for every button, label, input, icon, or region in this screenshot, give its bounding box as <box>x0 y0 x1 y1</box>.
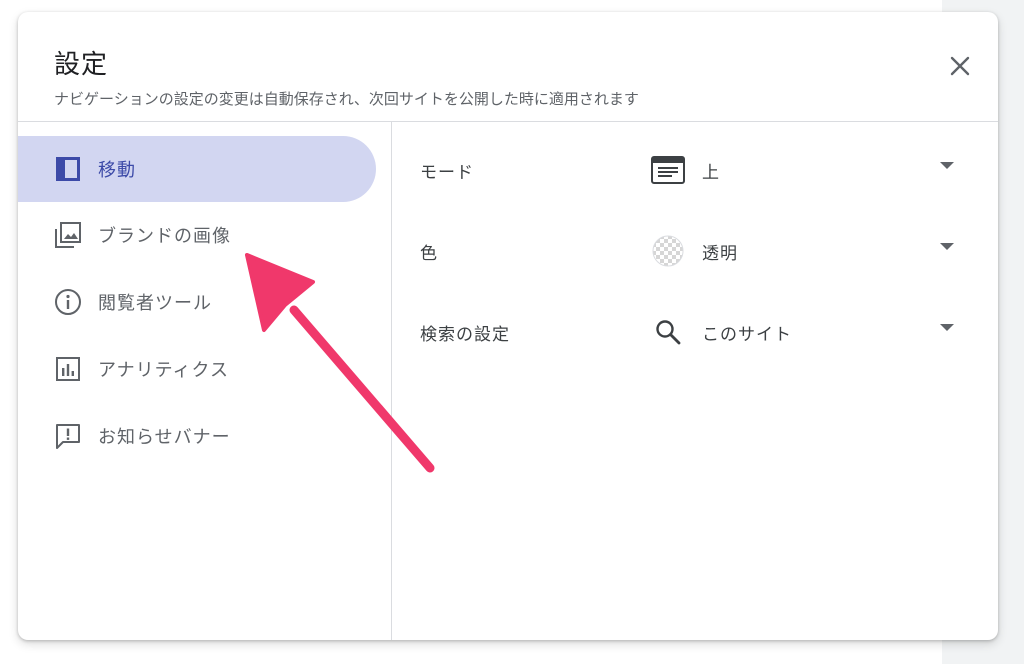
search-icon <box>650 316 686 348</box>
close-icon <box>950 56 970 76</box>
sidebar-item-viewer-tools[interactable]: 閲覧者ツール <box>18 269 376 335</box>
transparent-icon <box>650 235 686 267</box>
chevron-down-icon <box>940 162 954 169</box>
info-icon <box>52 286 84 318</box>
search-scope-select[interactable]: このサイト <box>650 302 970 362</box>
sidebar-item-brand-images[interactable]: ブランドの画像 <box>18 202 376 268</box>
sidebar-item-label: お知らせバナー <box>98 427 231 448</box>
sidebar-item-label: 移動 <box>98 160 136 181</box>
search-scope-value: このサイト <box>702 325 792 345</box>
settings-dialog: 設定 ナビゲーションの設定の変更は自動保存され、次回サイトを公開した時に適用され… <box>18 12 998 640</box>
top-nav-icon <box>650 154 686 186</box>
close-button[interactable] <box>942 48 978 84</box>
color-setting-row: 色 透明 <box>392 221 998 281</box>
sidebar-item-label: アナリティクス <box>98 360 230 381</box>
mode-select[interactable]: 上 <box>650 140 970 200</box>
color-value: 透明 <box>702 244 738 264</box>
layout-icon <box>52 153 84 185</box>
sidebar-item-label: 閲覧者ツール <box>98 293 212 314</box>
announcement-icon <box>52 420 84 452</box>
chevron-down-icon <box>940 243 954 250</box>
mode-label: モード <box>420 163 474 183</box>
chevron-down-icon <box>940 324 954 331</box>
mode-setting-row: モード 上 <box>392 140 998 200</box>
color-select[interactable]: 透明 <box>650 221 970 281</box>
dialog-title: 設定 <box>54 50 109 80</box>
sidebar-item-label: ブランドの画像 <box>98 226 231 247</box>
search-settings-label: 検索の設定 <box>420 325 510 345</box>
search-setting-row: 検索の設定 このサイト <box>392 302 998 362</box>
sidebar-item-announcement-banner[interactable]: お知らせバナー <box>18 403 376 469</box>
dialog-subtitle: ナビゲーションの設定の変更は自動保存され、次回サイトを公開した時に適用されます <box>54 90 639 108</box>
image-icon <box>52 219 84 251</box>
analytics-icon <box>52 353 84 385</box>
sidebar-item-analytics[interactable]: アナリティクス <box>18 336 376 402</box>
color-label: 色 <box>420 244 438 264</box>
header-divider <box>18 121 998 122</box>
sidebar-item-navigation[interactable]: 移動 <box>18 136 376 202</box>
mode-value: 上 <box>702 163 720 183</box>
